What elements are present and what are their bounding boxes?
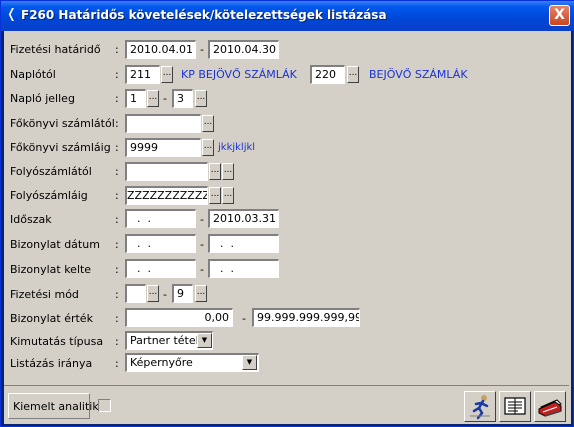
label-bizonylat-ertek: Bizonylat érték (10, 312, 93, 325)
colon: : (115, 92, 119, 105)
label-folyoszamlaig: Folyószámláig (10, 189, 88, 202)
naplo-jelleg-to-lookup-button[interactable]: ... (195, 90, 207, 107)
colon: : (115, 357, 119, 370)
app-menu-icon[interactable]: ❬ (6, 7, 18, 23)
idoszak-to-input[interactable]: 2010.03.31 (208, 209, 279, 228)
label-listazas-iranya: Listázás iránya (10, 357, 93, 370)
fokonyvi-szamlatol-lookup-button[interactable]: ... (202, 115, 214, 132)
fokonyvi-szamlaig-input[interactable]: 9999 (125, 138, 201, 157)
fokonyvi-szamlaig-name: jkkjkljkl (218, 142, 256, 153)
fizetesi-hatarido-from-input[interactable]: 2010.04.01 (125, 40, 196, 59)
fokonyvi-szamlatol-input[interactable] (125, 114, 201, 133)
title-bar[interactable]: ❬ F260 Határidős követelések/kötelezetts… (1, 1, 574, 31)
document-list-icon (504, 397, 526, 415)
label-bizonylat-kelte: Bizonylat kelte (10, 263, 92, 276)
fokonyvi-szamlaig-lookup-button[interactable]: ... (202, 139, 214, 156)
close-button[interactable]: X (549, 5, 570, 26)
label-idoszak: Időszak (10, 213, 52, 226)
colon: : (115, 165, 119, 178)
colon: : (115, 189, 119, 202)
colon: : (115, 288, 119, 301)
runner-icon (470, 395, 490, 420)
colon: : (115, 43, 119, 56)
colon: : (115, 263, 119, 276)
naplotol-from-input[interactable]: 211 (125, 65, 160, 84)
colon: : (115, 141, 119, 154)
colon: : (115, 68, 119, 81)
naplotol-from-lookup-button[interactable]: ... (161, 66, 173, 83)
naplotol-to-input[interactable]: 220 (310, 65, 345, 84)
bizonylat-ertek-from-input[interactable]: 0,00 (125, 308, 233, 327)
fizetesi-mod-from-lookup-button[interactable]: ... (147, 285, 159, 302)
idoszak-from-input[interactable]: . . (125, 209, 196, 228)
dash: - (200, 263, 204, 276)
label-bizonylat-datum: Bizonylat dátum (10, 238, 100, 251)
label-fizetesi-hatarido: Fizetési határidő (10, 43, 101, 56)
colon: : (115, 238, 119, 251)
folyoszamlaig-lookup-button-2[interactable]: ... (222, 187, 234, 204)
print-button[interactable] (534, 391, 566, 422)
listazas-iranya-dropdown-icon[interactable]: ▼ (242, 355, 257, 370)
dash: - (200, 43, 204, 56)
colon: : (115, 213, 119, 226)
colon: : (115, 117, 119, 130)
folyoszamlatol-lookup-button[interactable]: ... (209, 163, 221, 180)
preview-button[interactable] (499, 391, 531, 422)
dash: - (242, 312, 246, 325)
fizetesi-mod-from-input[interactable] (125, 284, 146, 303)
naplotol-to-name: BEJÖVŐ SZÁMLÁK (369, 68, 468, 81)
bizonylat-datum-from-input[interactable]: . . (125, 234, 196, 253)
fizetesi-hatarido-to-input[interactable]: 2010.04.30 (208, 40, 279, 59)
label-fokonyvi-szamlaig: Főkönyvi számláig (10, 141, 111, 154)
run-button[interactable] (464, 391, 496, 422)
dash: - (200, 213, 204, 226)
naplo-jelleg-to-input[interactable]: 3 (172, 89, 193, 108)
label-naplotol: Naplótól (10, 68, 56, 81)
folyoszamlaig-lookup-button[interactable]: ... (209, 187, 221, 204)
folyoszamlatol-lookup-button-2[interactable]: ... (222, 163, 234, 180)
dash: - (163, 288, 167, 301)
bizonylat-kelte-from-input[interactable]: . . (125, 259, 196, 278)
colon: : (115, 312, 119, 325)
dash: - (200, 238, 204, 251)
label-folyoszamlatol: Folyószámlától (10, 165, 92, 178)
listazas-iranya-select[interactable]: Képernyőre (125, 353, 259, 372)
label-fokonyvi-szamlatol: Főkönyvi számlától (10, 117, 115, 130)
colon: : (115, 335, 119, 348)
label-fizetesi-mod: Fizetési mód (10, 288, 79, 301)
naplo-jelleg-from-lookup-button[interactable]: ... (147, 90, 159, 107)
fizetesi-mod-to-input[interactable]: 9 (172, 284, 193, 303)
bizonylat-kelte-to-input[interactable]: . . (208, 259, 279, 278)
naplotol-from-name: KP BEJÖVŐ SZÁMLÁK (181, 68, 297, 81)
bizonylat-datum-to-input[interactable]: . . (208, 234, 279, 253)
printer-icon (538, 399, 562, 417)
label-kimutatas-tipusa: Kimutatás típusa (10, 335, 104, 348)
dash: - (163, 92, 167, 105)
bizonylat-ertek-to-input[interactable]: 99.999.999.999,99 (252, 308, 360, 327)
window-title: F260 Határidős követelések/kötelezettség… (21, 8, 387, 22)
kimutatas-tipusa-dropdown-icon[interactable]: ▼ (197, 333, 212, 348)
kiemelt-analitika-label: Kiemelt analitika (13, 400, 106, 413)
kiemelt-analitika-checkbox[interactable] (98, 399, 111, 412)
naplo-jelleg-from-input[interactable]: 1 (125, 89, 146, 108)
folyoszamlaig-input[interactable]: ZZZZZZZZZZZ (125, 186, 208, 205)
naplotol-to-lookup-button[interactable]: ... (347, 66, 359, 83)
folyoszamlatol-input[interactable] (125, 162, 208, 181)
app-window: ❬ F260 Határidős követelések/kötelezetts… (0, 0, 574, 427)
fizetesi-mod-to-lookup-button[interactable]: ... (195, 285, 207, 302)
label-naplo-jelleg: Napló jelleg (10, 92, 75, 105)
